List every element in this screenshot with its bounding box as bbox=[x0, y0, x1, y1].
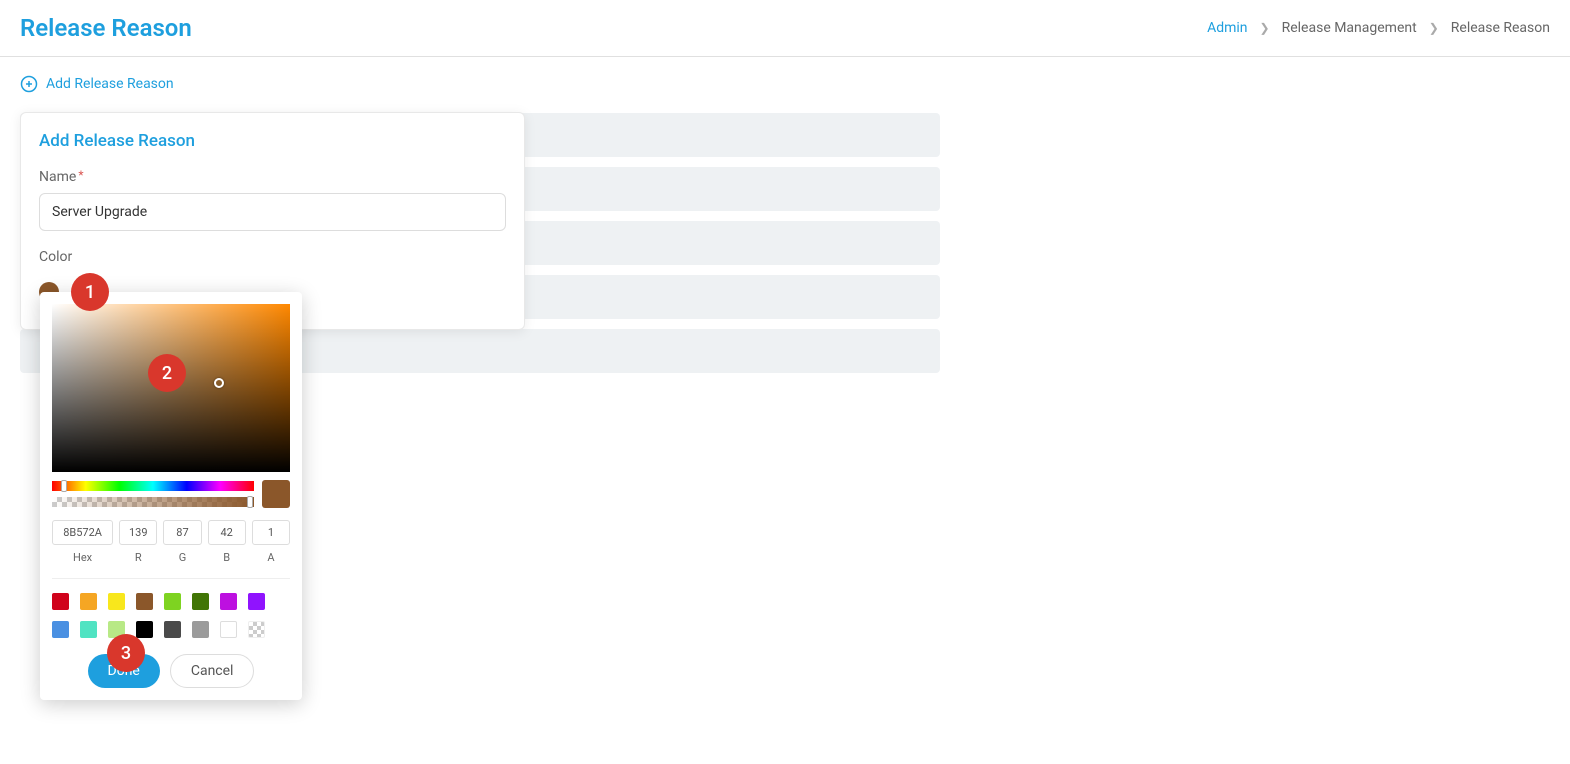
preset-swatch[interactable] bbox=[164, 621, 181, 638]
breadcrumb-release-mgmt[interactable]: Release Management bbox=[1282, 20, 1417, 36]
color-field-label: Color bbox=[39, 249, 506, 265]
color-picker-popup: 2 Hex R G bbox=[40, 292, 302, 700]
preset-swatch[interactable] bbox=[192, 621, 209, 638]
breadcrumb-admin[interactable]: Admin bbox=[1207, 20, 1247, 36]
modal-title: Add Release Reason bbox=[39, 131, 506, 151]
preset-colors bbox=[52, 578, 290, 638]
preset-swatch[interactable] bbox=[80, 593, 97, 610]
hex-label: Hex bbox=[52, 551, 113, 564]
chevron-right-icon: ❯ bbox=[1429, 21, 1439, 35]
b-label: B bbox=[208, 551, 246, 564]
g-label: G bbox=[163, 551, 201, 564]
annotation-2: 2 bbox=[148, 354, 186, 392]
a-input[interactable] bbox=[252, 520, 290, 545]
saturation-cursor[interactable] bbox=[214, 378, 224, 388]
annotation-1: 1 bbox=[71, 273, 109, 311]
preset-swatch[interactable] bbox=[136, 621, 153, 638]
preset-swatch[interactable] bbox=[52, 621, 69, 638]
breadcrumb: Admin ❯ Release Management ❯ Release Rea… bbox=[1207, 20, 1550, 36]
alpha-slider[interactable] bbox=[52, 497, 254, 507]
r-label: R bbox=[119, 551, 157, 564]
add-release-reason-link[interactable]: Add Release Reason bbox=[20, 75, 1550, 93]
color-preview bbox=[262, 480, 290, 508]
hex-input[interactable] bbox=[52, 520, 113, 545]
preset-swatch[interactable] bbox=[52, 593, 69, 610]
preset-swatch[interactable] bbox=[136, 593, 153, 610]
preset-swatch[interactable] bbox=[108, 593, 125, 610]
r-input[interactable] bbox=[119, 520, 157, 545]
preset-swatch[interactable] bbox=[220, 621, 237, 638]
content-area: Add Release Reason Add Release Reason Na… bbox=[0, 57, 1570, 391]
breadcrumb-current: Release Reason bbox=[1451, 20, 1550, 36]
preset-swatch[interactable] bbox=[220, 593, 237, 610]
required-indicator: * bbox=[78, 169, 83, 181]
b-input[interactable] bbox=[208, 520, 246, 545]
preset-swatch-transparent[interactable] bbox=[248, 621, 265, 638]
preset-swatch[interactable] bbox=[192, 593, 209, 610]
add-link-label: Add Release Reason bbox=[46, 76, 174, 92]
chevron-right-icon: ❯ bbox=[1260, 21, 1270, 35]
plus-circle-icon bbox=[20, 75, 38, 93]
page-title: Release Reason bbox=[20, 14, 192, 42]
a-label: A bbox=[252, 551, 290, 564]
cancel-button[interactable]: Cancel bbox=[170, 654, 255, 688]
name-input[interactable] bbox=[39, 193, 506, 231]
g-input[interactable] bbox=[163, 520, 201, 545]
preset-swatch[interactable] bbox=[164, 593, 181, 610]
preset-swatch[interactable] bbox=[248, 593, 265, 610]
hue-slider[interactable] bbox=[52, 481, 254, 491]
page-header: Release Reason Admin ❯ Release Managemen… bbox=[0, 0, 1570, 57]
annotation-3: 3 bbox=[107, 634, 145, 672]
name-field-label: Name * bbox=[39, 169, 506, 185]
preset-swatch[interactable] bbox=[80, 621, 97, 638]
